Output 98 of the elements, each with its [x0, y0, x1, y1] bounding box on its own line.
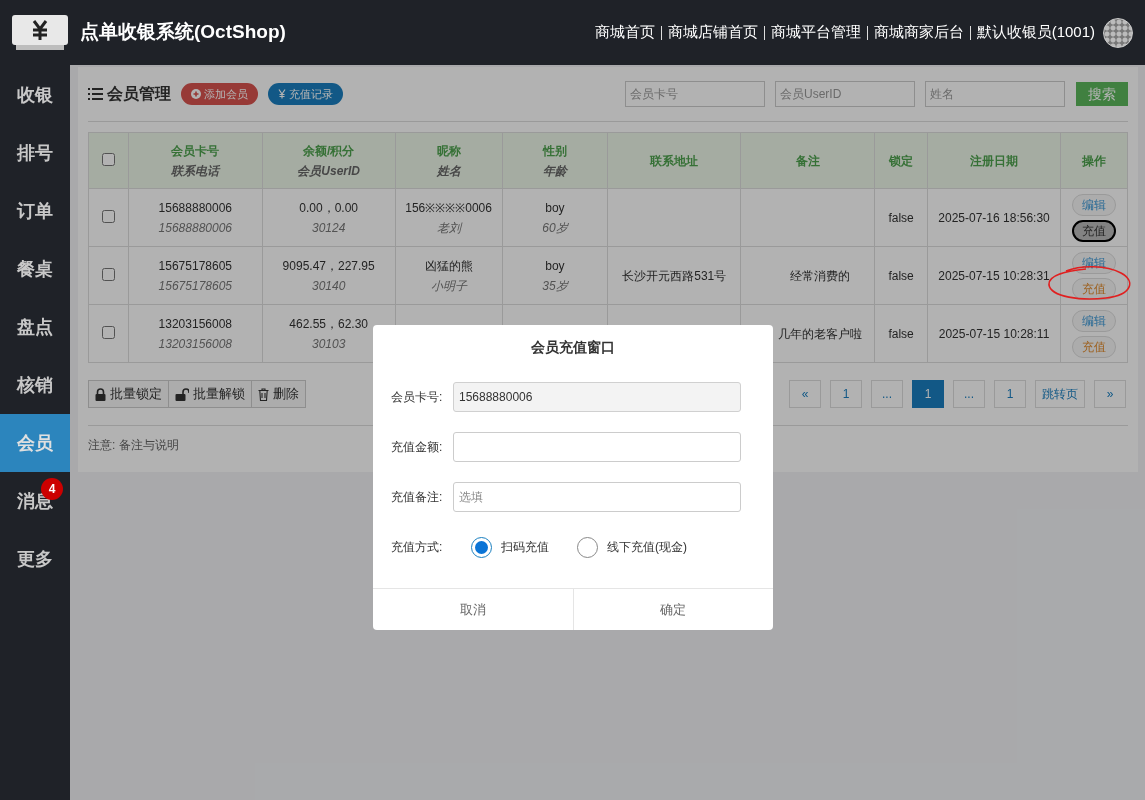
field-label: 充值备注:	[391, 489, 444, 506]
nav-link[interactable]: 商城首页	[594, 21, 655, 44]
cell-subtext: 30103	[311, 335, 346, 353]
sidebar-item[interactable]: 收银	[0, 66, 70, 124]
cell-text: 0.00，0.00	[299, 199, 358, 217]
list-icon	[88, 88, 103, 100]
cell-text: 15688880006	[158, 199, 232, 217]
column-header: 昵称	[436, 142, 461, 160]
app-title: 点单收银系统(OctShop)	[80, 20, 286, 45]
radio-label: 扫码充值	[501, 539, 549, 556]
search-field[interactable]: 会员UserID	[775, 81, 915, 107]
cell-subtext: 小明子	[430, 277, 467, 295]
column-header: 会员卡号	[171, 142, 220, 160]
cell-text: false	[888, 325, 914, 343]
form-field[interactable]: 选填	[453, 482, 741, 512]
cell-subtext: 15675178605	[158, 277, 232, 295]
column-header: 联系地址	[650, 152, 699, 170]
cell-subtext: 30140	[311, 277, 346, 295]
cell-subtext: 60岁	[542, 219, 568, 237]
cell-text: boy	[545, 199, 565, 217]
sidebar-item[interactable]: 核销	[0, 356, 70, 414]
select-all-checkbox[interactable]	[101, 152, 115, 166]
nav-link[interactable]: 默认收银员(1001)	[976, 21, 1095, 44]
sidebar-item[interactable]: 更多	[0, 530, 70, 588]
avatar[interactable]	[1103, 17, 1133, 48]
search-field[interactable]: 姓名	[925, 81, 1065, 107]
page-link[interactable]: «	[789, 380, 821, 408]
field-label: 会员卡号:	[391, 389, 444, 406]
column-subheader: 姓名	[436, 162, 461, 180]
page-link[interactable]: ...	[953, 380, 985, 408]
cell-subtext: 35岁	[542, 277, 568, 295]
column-header: 余额/积分	[303, 142, 355, 160]
cell-text: 长沙开元西路531号	[622, 267, 727, 285]
sidebar-item[interactable]: 餐桌	[0, 240, 70, 298]
nav-link[interactable]: 商城平台管理	[770, 21, 861, 44]
cell-text: 13203156008	[158, 315, 232, 333]
note-text: 注意: 备注与说明	[88, 437, 179, 454]
cell-subtext: 老刘	[436, 219, 461, 237]
field-label: 充值金额:	[391, 439, 444, 456]
page-link[interactable]: ...	[871, 380, 903, 408]
recharge-button[interactable]: 充值	[1072, 219, 1116, 242]
unlock-icon	[175, 387, 189, 401]
cell-subtext: 13203156008	[158, 335, 232, 353]
cell-text: 几年的老客户啦	[777, 325, 862, 343]
unlock-button[interactable]: 批量解锁	[168, 380, 252, 408]
field-label: 充值方式:	[391, 539, 444, 556]
radio-label: 线下充值(现金)	[607, 539, 687, 556]
form-field[interactable]	[453, 432, 741, 462]
search-field[interactable]: 会员卡号	[625, 81, 765, 107]
cell-text: 2025-07-15 10:28:31	[938, 267, 1050, 285]
cell-text: 经常消费的	[789, 267, 850, 285]
cell-text: 9095.47，227.95	[282, 257, 375, 275]
page-link[interactable]: 1	[994, 380, 1026, 408]
page-link[interactable]: 跳转页	[1035, 380, 1085, 408]
cell-text: 156※※※※0006	[405, 199, 492, 217]
column-header: 操作	[1082, 152, 1106, 170]
dialog-title: 会员充值窗口	[531, 337, 615, 357]
cell-text: boy	[545, 257, 565, 275]
cell-text: 2025-07-16 18:56:30	[938, 209, 1050, 227]
cell-text: 2025-07-15 10:28:11	[938, 325, 1050, 343]
cell-text: false	[888, 209, 914, 227]
page-link[interactable]: »	[1094, 380, 1126, 408]
column-subheader: 会员UserID	[297, 162, 360, 180]
panel-title: 会员管理	[107, 84, 171, 104]
confirm-button[interactable]: 确定	[572, 589, 773, 630]
recharge-records-button[interactable]: 充值记录	[268, 83, 343, 105]
cash-register-icon	[12, 14, 68, 51]
trash-icon	[258, 387, 269, 401]
page-link[interactable]: 1	[830, 380, 862, 408]
cancel-button[interactable]: 取消	[373, 589, 573, 630]
add-member-button[interactable]: 添加会员	[181, 83, 258, 105]
column-header: 锁定	[889, 152, 914, 170]
row-checkbox[interactable]	[101, 267, 115, 281]
delete-button[interactable]: 删除	[251, 380, 306, 408]
plus-circle-icon	[191, 89, 201, 99]
cell-text: false	[888, 267, 914, 285]
sidebar-item[interactable]: 排号	[0, 124, 70, 182]
lock-button[interactable]: 批量锁定	[88, 380, 169, 408]
sidebar-item[interactable]: 订单	[0, 182, 70, 240]
lock-icon	[95, 387, 106, 401]
cell-subtext: 30124	[311, 219, 346, 237]
cell-subtext: 15688880006	[158, 219, 232, 237]
row-checkbox[interactable]	[101, 325, 115, 339]
row-checkbox[interactable]	[101, 209, 115, 223]
sidebar-item[interactable]: 盘点	[0, 298, 70, 356]
cell-text: 凶猛的熊	[424, 257, 473, 275]
column-header: 性别	[542, 142, 567, 160]
cell-text: 462.55，62.30	[289, 315, 368, 333]
nav-link[interactable]: 商城店铺首页	[667, 21, 758, 44]
form-field[interactable]: 15688880006	[453, 382, 741, 412]
column-subheader: 联系电话	[171, 162, 220, 180]
column-header: 注册日期	[970, 152, 1019, 170]
column-header: 备注	[795, 152, 820, 170]
page-link[interactable]: 1	[912, 380, 944, 408]
cell-text: 15675178605	[158, 257, 232, 275]
yen-icon	[278, 89, 286, 99]
column-subheader: 年龄	[542, 162, 567, 180]
nav-link[interactable]: 商城商家后台	[873, 21, 964, 44]
